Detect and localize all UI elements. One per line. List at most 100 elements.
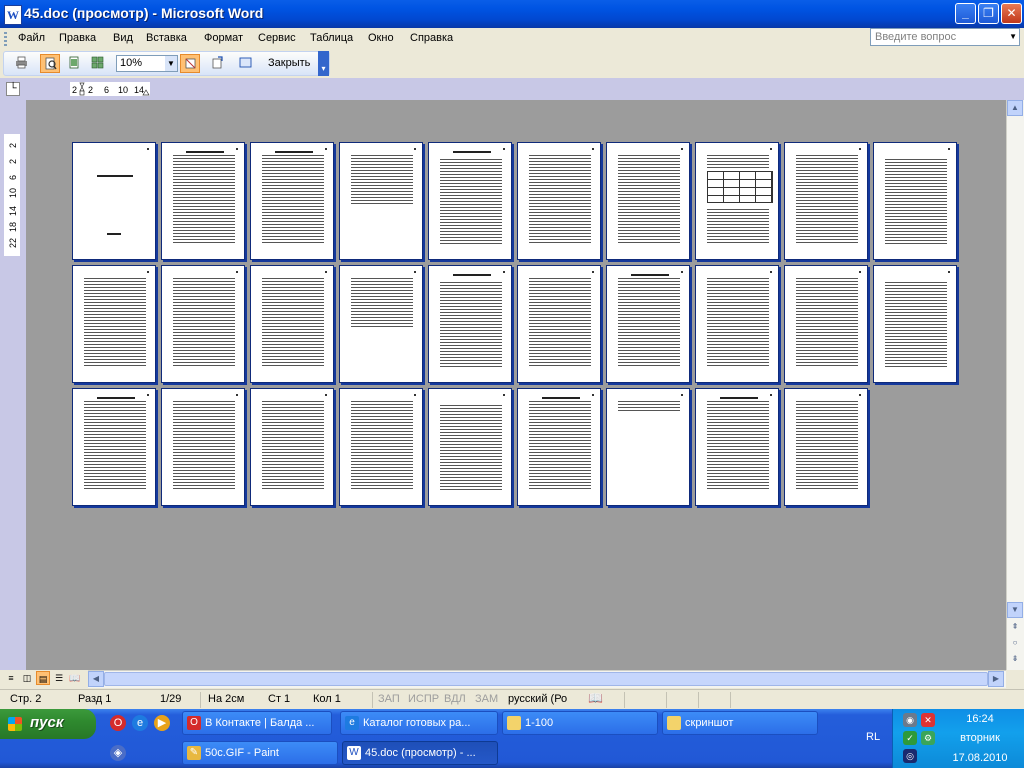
page-thumbnail[interactable] <box>161 388 245 506</box>
page-thumbnail[interactable] <box>517 265 601 383</box>
settings-tray-icon[interactable]: ⚙ <box>921 731 935 745</box>
status-overtype[interactable]: ЗАМ <box>475 693 498 705</box>
show-desktop-icon[interactable]: ◈ <box>110 745 126 761</box>
media-player-icon[interactable]: ▶ <box>154 715 170 731</box>
task-folder-1-100[interactable]: 1-100 <box>502 711 658 735</box>
toolbar-grip[interactable] <box>4 32 7 46</box>
status-position[interactable]: На 2см <box>208 693 244 705</box>
vertical-scrollbar[interactable]: ▲ ▼ ⇞ ○ ⇟ <box>1006 100 1024 670</box>
status-record-macro[interactable]: ЗАП <box>378 693 400 705</box>
page-thumbnail[interactable] <box>72 142 156 260</box>
ask-question-input[interactable]: Введите вопрос ▼ <box>870 28 1020 46</box>
title-bar[interactable]: W 45.doc (просмотр) - Microsoft Word _ ❐… <box>0 0 1024 28</box>
print-button[interactable] <box>12 54 32 73</box>
network-disabled-icon[interactable]: ✕ <box>921 713 935 727</box>
chevron-down-icon[interactable]: ▼ <box>1009 29 1017 45</box>
status-line[interactable]: Ст 1 <box>268 693 290 705</box>
scroll-up-icon[interactable]: ▲ <box>1007 100 1023 116</box>
language-indicator[interactable]: RL <box>866 731 880 743</box>
select-browse-object-icon[interactable]: ○ <box>1007 636 1023 652</box>
task-folder-screenshot[interactable]: скриншот <box>662 711 818 735</box>
print-layout-icon[interactable]: ▤ <box>36 671 50 685</box>
page-thumbnail[interactable] <box>250 265 334 383</box>
minimize-button[interactable]: _ <box>955 3 976 24</box>
menu-tools[interactable]: Сервис <box>258 32 296 44</box>
page-thumbnail[interactable] <box>695 388 779 506</box>
task-paint[interactable]: ✎ 50c.GIF - Paint <box>182 741 338 765</box>
reading-layout-icon[interactable]: 📖 <box>68 671 82 685</box>
opera-icon[interactable]: O <box>110 715 126 731</box>
page-thumbnail[interactable] <box>873 265 957 383</box>
menu-window[interactable]: Окно <box>368 32 394 44</box>
zoom-select[interactable]: 10% ▼ <box>116 55 178 72</box>
word-doc-icon[interactable]: W <box>4 5 22 25</box>
tab-selector[interactable]: └ <box>6 82 20 96</box>
page-thumbnail[interactable] <box>517 142 601 260</box>
close-preview-button[interactable]: Закрыть <box>268 57 310 69</box>
page-thumbnail[interactable] <box>606 142 690 260</box>
antivirus-icon[interactable]: ◉ <box>903 713 917 727</box>
page-thumbnail[interactable] <box>784 142 868 260</box>
task-vkontakte[interactable]: O В Контакте | Балда ... <box>182 711 332 735</box>
toolbar-options-chevron-icon[interactable]: ▾ <box>318 51 329 76</box>
close-button[interactable]: ✕ <box>1001 3 1022 24</box>
status-language[interactable]: русский (Ро <box>508 693 567 705</box>
scroll-down-icon[interactable]: ▼ <box>1007 602 1023 618</box>
page-thumbnail[interactable] <box>606 388 690 506</box>
left-indent-icon[interactable] <box>79 90 85 96</box>
spelling-status-icon[interactable]: 📖 <box>588 691 603 705</box>
page-thumbnail[interactable] <box>428 142 512 260</box>
task-catalog[interactable]: e Каталог готовых ра... <box>340 711 498 735</box>
volume-icon[interactable]: ◎ <box>903 749 917 763</box>
status-section[interactable]: Разд 1 <box>78 693 111 705</box>
horizontal-ruler[interactable]: 2 2 6 10 14 <box>70 82 150 96</box>
page-thumbnail[interactable] <box>339 142 423 260</box>
menu-file[interactable]: Файл <box>18 32 45 44</box>
menu-table[interactable]: Таблица <box>310 32 353 44</box>
status-page-count[interactable]: 1/29 <box>160 693 181 705</box>
page-thumbnail[interactable] <box>606 265 690 383</box>
ie-icon[interactable]: e <box>132 715 148 731</box>
next-page-icon[interactable]: ⇟ <box>1007 652 1023 668</box>
page-thumbnail[interactable] <box>250 388 334 506</box>
full-screen-button[interactable] <box>236 54 256 73</box>
menu-edit[interactable]: Правка <box>59 32 96 44</box>
page-thumbnail[interactable] <box>339 265 423 383</box>
one-page-button[interactable] <box>64 54 84 73</box>
web-layout-icon[interactable]: ◫ <box>20 671 34 685</box>
page-thumbnail[interactable] <box>250 142 334 260</box>
indent-marker-icon[interactable] <box>79 82 85 92</box>
menu-help[interactable]: Справка <box>410 32 453 44</box>
horizontal-scroll-thumb[interactable] <box>104 672 988 686</box>
status-page[interactable]: Стр. 2 <box>10 693 41 705</box>
document-preview-area[interactable] <box>26 100 1006 670</box>
task-word-document[interactable]: W 45.doc (просмотр) - ... <box>342 741 498 765</box>
menu-insert[interactable]: Вставка <box>146 32 187 44</box>
chevron-down-icon[interactable]: ▼ <box>165 56 177 71</box>
normal-view-icon[interactable]: ≡ <box>4 671 18 685</box>
page-thumbnail[interactable] <box>517 388 601 506</box>
scroll-left-icon[interactable]: ◀ <box>88 671 104 687</box>
view-ruler-button[interactable] <box>180 54 200 73</box>
vertical-ruler[interactable]: 2 2 6 10 14 18 22 <box>4 134 20 256</box>
page-thumbnail[interactable] <box>784 265 868 383</box>
page-thumbnail[interactable] <box>428 388 512 506</box>
shrink-to-fit-button[interactable] <box>208 54 228 73</box>
menu-view[interactable]: Вид <box>113 32 133 44</box>
page-thumbnail[interactable] <box>161 265 245 383</box>
page-thumbnail[interactable] <box>339 388 423 506</box>
status-extend[interactable]: ВДЛ <box>444 693 466 705</box>
outline-view-icon[interactable]: ☰ <box>52 671 66 685</box>
page-thumbnail[interactable] <box>784 388 868 506</box>
page-thumbnail[interactable] <box>695 142 779 260</box>
horizontal-scrollbar[interactable]: ◀ ▶ <box>88 670 1006 688</box>
wifi-icon[interactable]: ✓ <box>903 731 917 745</box>
page-thumbnail[interactable] <box>161 142 245 260</box>
page-thumbnail[interactable] <box>695 265 779 383</box>
multiple-pages-button[interactable] <box>88 54 108 73</box>
page-thumbnail[interactable] <box>428 265 512 383</box>
status-column[interactable]: Кол 1 <box>313 693 341 705</box>
maximize-button[interactable]: ❐ <box>978 3 999 24</box>
scroll-right-icon[interactable]: ▶ <box>988 671 1004 687</box>
magnifier-button[interactable] <box>40 54 60 73</box>
